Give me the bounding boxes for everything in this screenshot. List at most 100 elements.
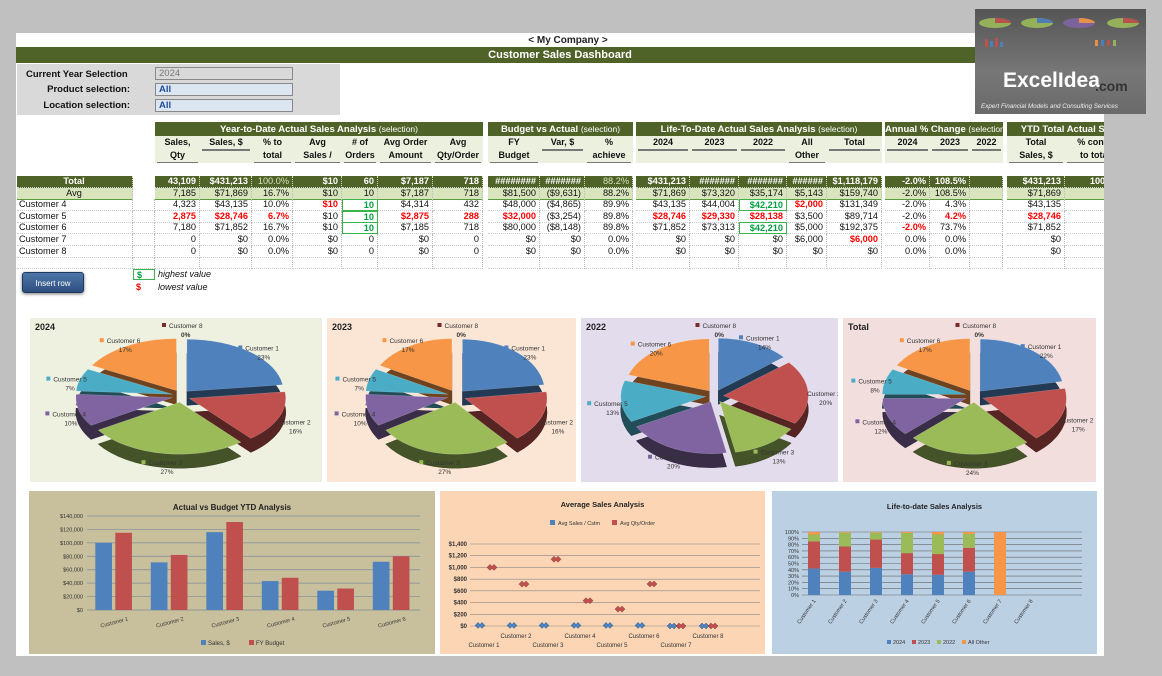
table-cell[interactable]: -2.0%: [885, 222, 930, 235]
table-cell[interactable]: 0.0%: [885, 245, 930, 258]
table-cell[interactable]: -2.0%: [885, 210, 930, 223]
table-cell[interactable]: $0: [200, 234, 252, 246]
table-cell[interactable]: $431,213: [200, 176, 252, 188]
table-cell[interactable]: [1065, 257, 1104, 270]
table-cell[interactable]: 0.0%: [885, 234, 930, 246]
table-cell[interactable]: 10: [342, 222, 378, 235]
table-cell[interactable]: $28,746: [200, 210, 252, 223]
table-cell[interactable]: [970, 245, 1003, 258]
table-cell[interactable]: [970, 222, 1003, 235]
table-cell[interactable]: 100: [1065, 211, 1104, 223]
table-cell[interactable]: 0: [155, 245, 200, 258]
table-cell[interactable]: 10.0%: [252, 199, 293, 212]
year-selection-input[interactable]: 2024: [155, 67, 293, 80]
table-cell[interactable]: 0: [1065, 246, 1104, 258]
table-cell[interactable]: 0: [342, 234, 378, 246]
table-cell[interactable]: [636, 257, 690, 270]
table-cell[interactable]: $0: [488, 234, 540, 246]
table-cell[interactable]: [970, 199, 1003, 212]
table-cell[interactable]: [378, 257, 433, 270]
table-cell[interactable]: 100: [1065, 199, 1104, 212]
table-cell[interactable]: $431,213: [1007, 176, 1065, 188]
table-cell[interactable]: [342, 257, 378, 270]
table-cell[interactable]: $71,852: [636, 222, 690, 235]
table-cell[interactable]: 0.0%: [252, 234, 293, 246]
table-cell[interactable]: $71,869: [200, 187, 252, 200]
table-cell[interactable]: $7,187: [378, 176, 433, 188]
table-cell[interactable]: 108.5%: [930, 187, 970, 200]
table-cell[interactable]: 10: [342, 210, 378, 223]
table-cell[interactable]: $3,500: [787, 210, 827, 223]
table-cell[interactable]: 432: [433, 199, 483, 212]
table-cell[interactable]: 89.9%: [585, 199, 633, 212]
table-cell[interactable]: $43,135: [636, 199, 690, 212]
table-cell[interactable]: $29,330: [690, 210, 739, 223]
table-cell[interactable]: $10: [293, 199, 342, 212]
table-cell[interactable]: 0.0%: [585, 245, 633, 258]
table-cell[interactable]: $28,138: [739, 210, 787, 223]
location-selection-input[interactable]: All: [155, 99, 293, 112]
table-cell[interactable]: $0: [636, 234, 690, 246]
table-cell[interactable]: $10: [293, 210, 342, 223]
table-cell[interactable]: $0: [690, 245, 739, 258]
insert-row-button[interactable]: Insert row: [22, 272, 84, 293]
table-cell[interactable]: [885, 257, 930, 270]
table-cell[interactable]: 10: [342, 199, 378, 212]
table-cell[interactable]: ########: [488, 176, 540, 188]
table-cell[interactable]: $0: [200, 245, 252, 258]
table-cell[interactable]: 7,185: [155, 187, 200, 200]
table-cell[interactable]: [433, 257, 483, 270]
product-selection-input[interactable]: All: [155, 83, 293, 96]
table-cell[interactable]: $6,000: [787, 234, 827, 246]
table-cell[interactable]: $0: [293, 245, 342, 258]
table-cell[interactable]: $6,000: [827, 234, 882, 246]
table-cell[interactable]: #######: [540, 176, 585, 188]
table-cell[interactable]: [488, 257, 540, 270]
table-cell[interactable]: $73,320: [690, 187, 739, 200]
table-cell[interactable]: $0: [488, 245, 540, 258]
table-cell[interactable]: $131,349: [827, 199, 882, 212]
table-cell[interactable]: 0.0%: [252, 245, 293, 258]
table-cell[interactable]: $28,746: [1007, 210, 1065, 223]
table-cell[interactable]: $0: [1007, 245, 1065, 258]
table-cell[interactable]: 89.8%: [585, 210, 633, 223]
table-cell[interactable]: 4,323: [155, 199, 200, 212]
table-cell[interactable]: $0: [540, 234, 585, 246]
table-cell[interactable]: [540, 257, 585, 270]
table-cell[interactable]: -2.0%: [885, 176, 930, 188]
table-cell[interactable]: ($4,865): [540, 199, 585, 212]
table-cell[interactable]: 6.7%: [252, 210, 293, 223]
table-cell[interactable]: $43,135: [1007, 199, 1065, 212]
table-cell[interactable]: 88.2%: [585, 187, 633, 200]
table-cell[interactable]: [930, 257, 970, 270]
table-cell[interactable]: 10: [342, 187, 378, 200]
table-cell[interactable]: $0: [690, 234, 739, 246]
table-cell[interactable]: [690, 257, 739, 270]
table-cell[interactable]: 0.0%: [930, 245, 970, 258]
table-cell[interactable]: ($8,148): [540, 222, 585, 235]
table-cell[interactable]: $28,746: [636, 210, 690, 223]
table-cell[interactable]: ($9,631): [540, 187, 585, 200]
table-cell[interactable]: 89.8%: [585, 222, 633, 235]
table-cell[interactable]: $7,187: [378, 187, 433, 200]
table-cell[interactable]: $0: [378, 245, 433, 258]
table-cell[interactable]: -2.0%: [885, 187, 930, 200]
table-cell[interactable]: [970, 187, 1003, 200]
table-cell[interactable]: 108.5%: [930, 176, 970, 188]
table-cell[interactable]: [293, 257, 342, 270]
table-cell[interactable]: $4,314: [378, 199, 433, 212]
table-cell[interactable]: $71,852: [200, 222, 252, 235]
table-cell[interactable]: 0: [433, 245, 483, 258]
table-cell[interactable]: $0: [378, 234, 433, 246]
table-cell[interactable]: 4.3%: [930, 199, 970, 212]
table-cell[interactable]: #######: [739, 176, 787, 188]
table-cell[interactable]: $42,210: [739, 222, 787, 235]
table-cell[interactable]: [970, 176, 1003, 188]
table-cell[interactable]: [1007, 257, 1065, 270]
table-cell[interactable]: $81,500: [488, 187, 540, 200]
table-cell[interactable]: $2,000: [787, 199, 827, 212]
table-cell[interactable]: $1,118,179: [827, 176, 882, 188]
table-cell[interactable]: $2,875: [378, 210, 433, 223]
table-cell[interactable]: 100: [1065, 222, 1104, 235]
table-cell[interactable]: $73,313: [690, 222, 739, 235]
